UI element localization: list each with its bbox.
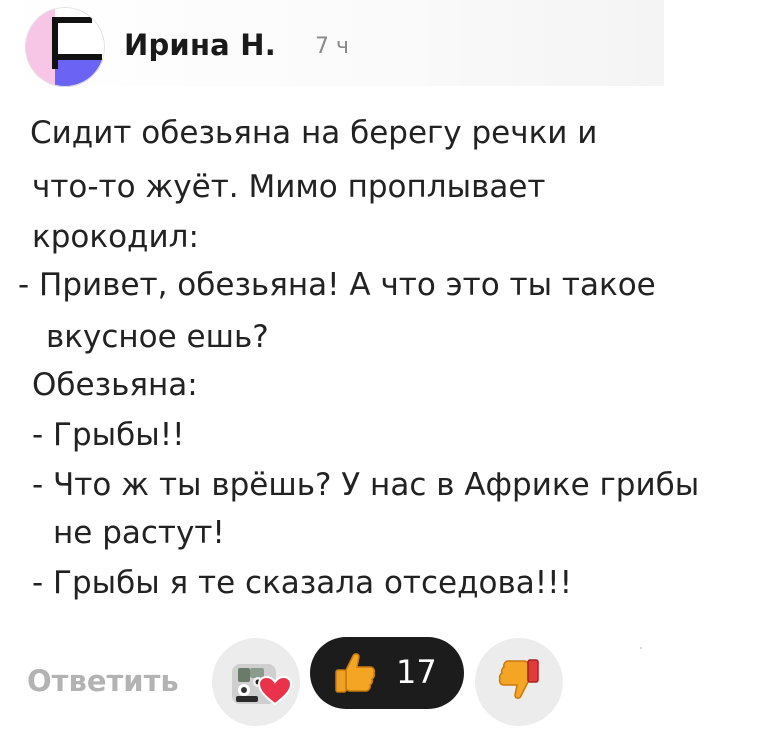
avatar[interactable]	[25, 7, 105, 87]
comment-line: - Грыбы я те сказала отседова!!!	[32, 565, 573, 601]
comment-line: Сидит обезьяна на берегу речки и	[30, 115, 598, 151]
reactions-button[interactable]	[212, 638, 300, 726]
comment-line: что-то жуёт. Мимо проплывает	[32, 169, 546, 205]
comment-actions: Ответить 17	[0, 630, 784, 726]
timestamp: 7 ч	[315, 34, 349, 59]
comment: Ирина Н. 7 ч Сидит обезьяна на берегу ре…	[0, 0, 784, 726]
dislike-button[interactable]	[475, 638, 563, 726]
author-name[interactable]: Ирина Н.	[124, 28, 276, 62]
like-button[interactable]: 17	[310, 637, 464, 709]
comment-line: крокодил:	[32, 219, 199, 255]
speck	[640, 647, 642, 649]
thumbs-down-icon	[498, 659, 539, 699]
comment-line: - Что ж ты врёшь? У нас в Африке грибы	[32, 467, 700, 503]
comment-line: не растут!	[53, 515, 225, 551]
comment-line: вкусное ешь?	[46, 319, 269, 355]
comment-line: Обезьяна:	[32, 367, 198, 403]
heart-icon	[258, 676, 292, 706]
comment-line: - Грыбы!!	[32, 417, 185, 453]
comment-line: - Привет, обезьяна! А что это ты такое	[18, 267, 656, 303]
thumbs-up-icon	[335, 653, 376, 693]
reply-button[interactable]: Ответить	[27, 664, 179, 698]
like-count: 17	[396, 653, 437, 691]
avatar-image	[25, 7, 105, 87]
